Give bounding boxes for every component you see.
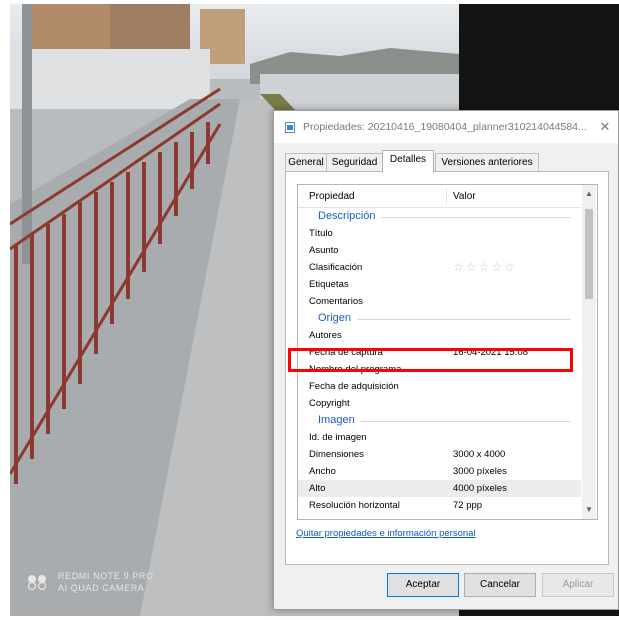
row-date-taken[interactable]: Fecha de captura 16-04-2021 15:08 <box>298 344 581 361</box>
apply-button[interactable]: Aplicar <box>542 573 614 597</box>
property-label: Id. de imagen <box>309 432 367 443</box>
tab-details[interactable]: Detalles <box>382 150 434 173</box>
group-origin: Origen <box>298 310 581 327</box>
row-rating[interactable]: Clasificación ☆☆☆☆☆ <box>298 259 581 276</box>
remove-properties-link[interactable]: Quitar propiedades e información persona… <box>296 528 476 539</box>
row-height[interactable]: Alto 4000 píxeles <box>298 480 581 497</box>
property-label: Clasificación <box>309 262 363 273</box>
property-label: Dimensiones <box>309 449 364 460</box>
property-label: Copyright <box>309 398 350 409</box>
row-tags[interactable]: Etiquetas <box>298 276 581 293</box>
group-title-image: Imagen <box>318 414 361 426</box>
property-label: Asunto <box>309 245 339 256</box>
properties-dialog: Propiedades: 20210416_19080404_planner31… <box>273 110 619 610</box>
scroll-down-arrow-icon[interactable]: ▼ <box>582 503 596 517</box>
close-button[interactable]: ✕ <box>596 118 614 136</box>
property-label: Resolución horizontal <box>309 500 400 511</box>
width-value: 3000 píxeles <box>453 466 507 477</box>
scroll-up-arrow-icon[interactable]: ▲ <box>582 187 596 201</box>
properties-rows: Descripción Título Asunto Clasificación … <box>298 208 581 519</box>
property-label: Ancho <box>309 466 336 477</box>
property-label: Fecha de adquisición <box>309 381 399 392</box>
cancel-button[interactable]: Cancelar <box>464 573 536 597</box>
row-image-id[interactable]: Id. de imagen <box>298 429 581 446</box>
watermark-line-2: AI QUAD CAMERA <box>58 583 145 593</box>
row-program-name[interactable]: Nombre del programa <box>298 361 581 378</box>
camera-watermark-logo <box>27 575 47 590</box>
date-taken-value: 16-04-2021 15:08 <box>453 347 529 358</box>
column-divider[interactable] <box>446 188 447 204</box>
ok-button[interactable]: Aceptar <box>387 573 459 597</box>
image-file-icon <box>285 122 295 133</box>
height-value: 4000 píxeles <box>453 483 507 494</box>
property-label: Nombre del programa <box>309 364 402 375</box>
rating-stars[interactable]: ☆☆☆☆☆ <box>453 260 517 274</box>
row-width[interactable]: Ancho 3000 píxeles <box>298 463 581 480</box>
property-label: Comentarios <box>309 296 363 307</box>
property-label: Título <box>309 228 333 239</box>
row-dimensions[interactable]: Dimensiones 3000 x 4000 <box>298 446 581 463</box>
property-label: Autores <box>309 330 342 341</box>
group-description: Descripción <box>298 208 581 225</box>
row-horizontal-resolution[interactable]: Resolución horizontal 72 ppp <box>298 497 581 514</box>
list-header: Propiedad Valor <box>298 185 581 208</box>
group-title-description: Descripción <box>318 210 382 222</box>
dimensions-value: 3000 x 4000 <box>453 449 506 460</box>
group-image: Imagen <box>298 412 581 429</box>
tab-security[interactable]: Seguridad <box>326 153 383 172</box>
column-header-property[interactable]: Propiedad <box>309 191 355 202</box>
row-authors[interactable]: Autores <box>298 327 581 344</box>
property-label: Alto <box>309 483 326 494</box>
group-title-origin: Origen <box>318 312 358 324</box>
row-title[interactable]: Título <box>298 225 581 242</box>
details-panel: Propiedad Valor Descripción Título Asunt… <box>285 171 609 565</box>
properties-list[interactable]: Propiedad Valor Descripción Título Asunt… <box>297 184 598 520</box>
dialog-titlebar[interactable]: Propiedades: 20210416_19080404_planner31… <box>274 111 618 143</box>
horizontal-resolution-value: 72 ppp <box>453 500 483 511</box>
dialog-title: Propiedades: 20210416_19080404_planner31… <box>303 121 587 133</box>
row-subject[interactable]: Asunto <box>298 242 581 259</box>
property-label: Fecha de captura <box>309 347 383 358</box>
tab-previous-versions[interactable]: Versiones anteriores <box>435 153 539 172</box>
column-header-value[interactable]: Valor <box>453 191 476 202</box>
tab-general[interactable]: General <box>285 153 327 172</box>
row-copyright[interactable]: Copyright <box>298 395 581 412</box>
row-date-acquired[interactable]: Fecha de adquisición <box>298 378 581 395</box>
property-label: Etiquetas <box>309 279 349 290</box>
scrollbar-thumb[interactable] <box>585 209 593 299</box>
vertical-scrollbar[interactable]: ▲ ▼ <box>582 185 596 519</box>
row-comments[interactable]: Comentarios <box>298 293 581 310</box>
watermark-line-1: REDMI NOTE 9 PRO <box>58 571 154 581</box>
